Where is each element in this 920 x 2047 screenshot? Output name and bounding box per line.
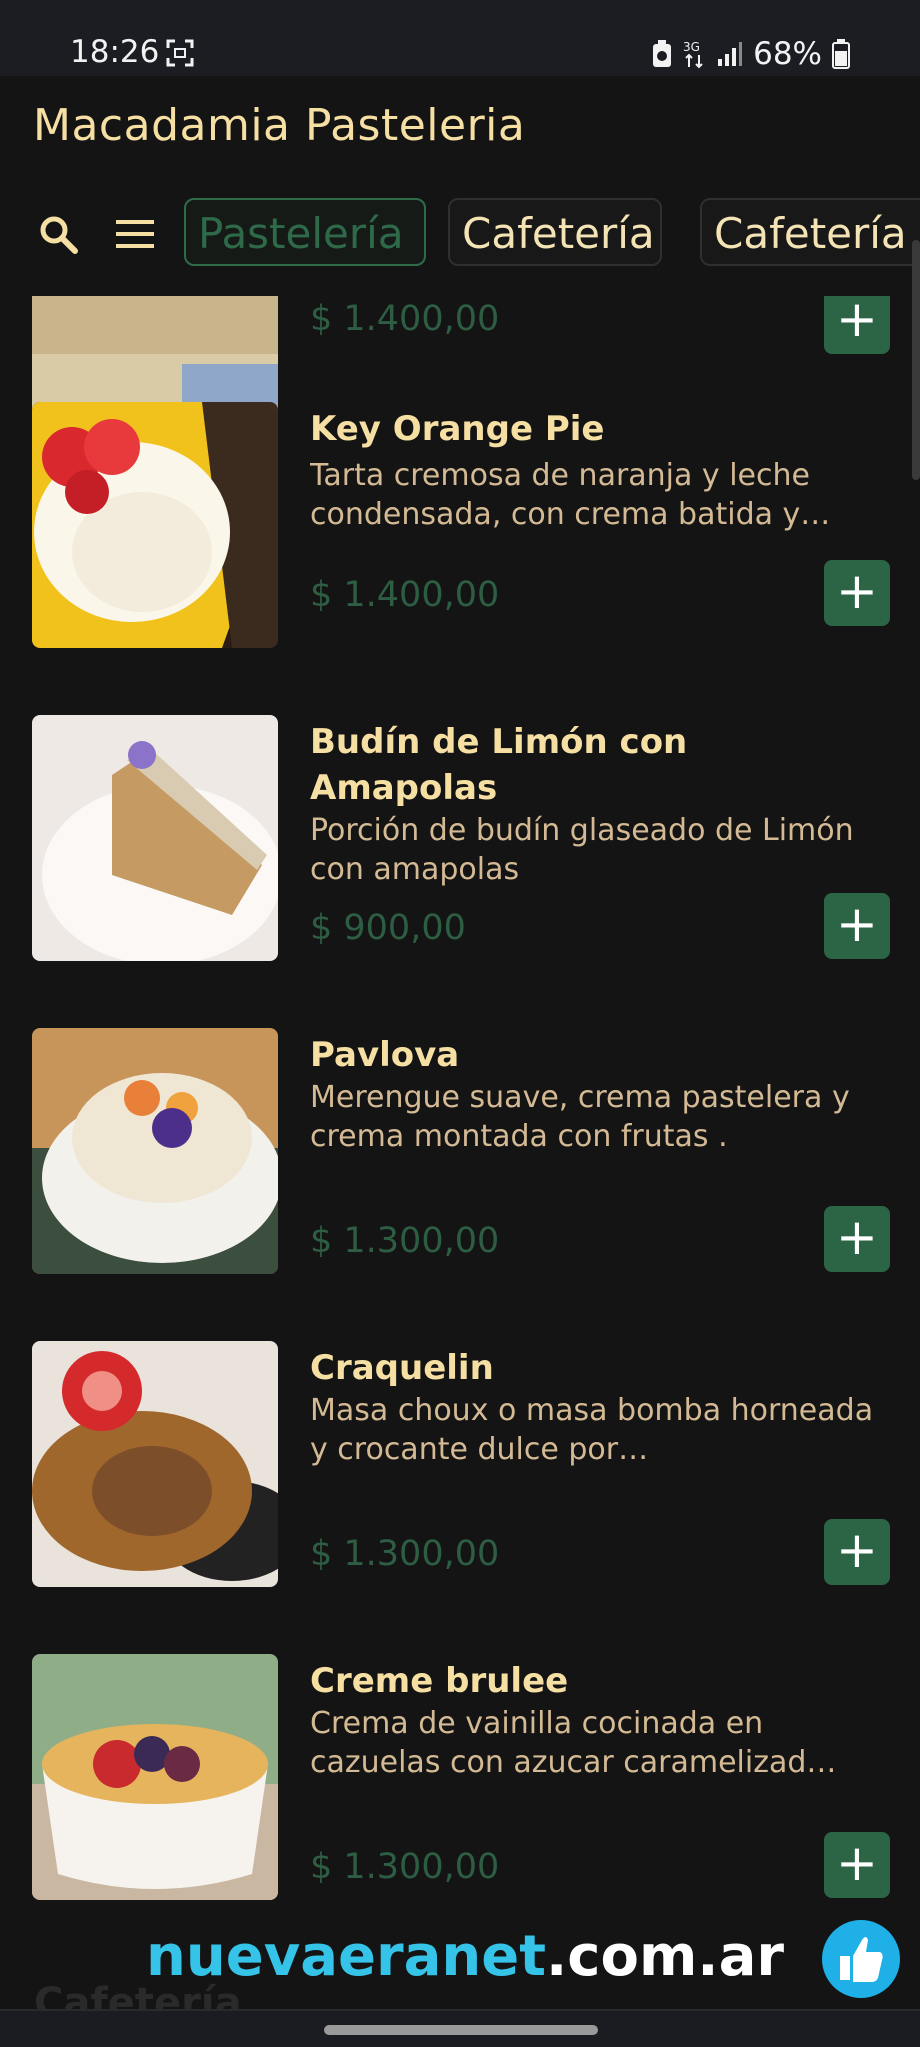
- add-to-cart-button[interactable]: +: [824, 1832, 890, 1898]
- product-card[interactable]: Craquelin Masa choux o masa bomba hornea…: [0, 1341, 920, 1589]
- status-time: 18:26: [70, 34, 160, 70]
- add-to-cart-button[interactable]: +: [824, 893, 890, 959]
- battery-saver-icon: [651, 39, 673, 69]
- watermark-part2: .com.ar: [546, 1924, 784, 1989]
- tab-cafeteria-2[interactable]: Cafetería: [700, 198, 920, 266]
- product-name: Creme brulee: [310, 1661, 569, 1701]
- product-price: $ 1.300,00: [310, 1534, 500, 1574]
- battery-icon: [832, 39, 850, 69]
- battery-percent: 68%: [753, 36, 822, 72]
- tab-cafeteria[interactable]: Cafetería: [448, 198, 662, 266]
- watermark: nuevaeranet.com.ar: [146, 1922, 784, 1992]
- product-price: $ 1.400,00: [310, 299, 500, 339]
- thumbs-up-icon: [822, 1920, 900, 1998]
- app-title: Macadamia Pasteleria: [33, 100, 526, 151]
- product-description: Tarta cremosa de naranja y leche condens…: [310, 458, 831, 532]
- product-image: [32, 402, 278, 648]
- home-indicator[interactable]: [324, 2025, 598, 2035]
- screenshot-icon: [166, 39, 194, 67]
- status-right-icons: 3G 68%: [651, 34, 850, 74]
- product-description: Porción de budín glaseado de Limón con a…: [310, 813, 854, 887]
- search-icon[interactable]: [38, 214, 78, 254]
- add-to-cart-button[interactable]: +: [824, 1519, 890, 1585]
- product-image: [32, 1028, 278, 1274]
- app-screen: 18:26 3G 68% Macadamia Pasteleria Pastel…: [0, 0, 920, 2047]
- app-header: Macadamia Pasteleria Pastelería Cafeterí…: [0, 76, 920, 296]
- product-price: $ 1.300,00: [310, 1847, 500, 1887]
- product-price: $ 1.300,00: [310, 1221, 500, 1261]
- product-card[interactable]: Key Orange Pie Tarta cremosa de naranja …: [0, 402, 920, 650]
- product-price: $ 900,00: [310, 908, 466, 948]
- product-card[interactable]: Pavlova Merengue suave, crema pastelera …: [0, 1028, 920, 1276]
- product-name: Craquelin: [310, 1348, 494, 1388]
- add-to-cart-button[interactable]: +: [824, 1206, 890, 1272]
- system-nav-bar: [0, 2009, 920, 2047]
- product-list: $ 1.400,00 + Key Orange Pie Tarta cremos…: [0, 296, 920, 2016]
- product-name: Pavlova: [310, 1035, 460, 1075]
- product-card[interactable]: Creme brulee Crema de vainilla cocinada …: [0, 1654, 920, 1902]
- product-image: [32, 1654, 278, 1900]
- product-name: Budín de Limón con Amapolas: [310, 722, 688, 808]
- product-card[interactable]: Budín de Limón con Amapolas Porción de b…: [0, 715, 920, 963]
- product-name: Key Orange Pie: [310, 409, 605, 449]
- add-to-cart-button[interactable]: +: [824, 296, 890, 354]
- signal-icon: [717, 41, 743, 67]
- svg-text:3G: 3G: [683, 40, 700, 54]
- product-price: $ 1.400,00: [310, 575, 500, 615]
- watermark-part1: nuevaeranet: [146, 1924, 547, 1989]
- category-tabs: Pastelería Cafetería Cafetería: [184, 198, 920, 270]
- product-image: [32, 715, 278, 961]
- product-description: Masa choux o masa bomba horneada y croca…: [310, 1393, 874, 1467]
- status-bar: 18:26 3G 68%: [0, 0, 920, 76]
- menu-icon[interactable]: [114, 216, 158, 252]
- product-description: Merengue suave, crema pastelera y crema …: [310, 1080, 850, 1154]
- product-image: [32, 1341, 278, 1587]
- tab-pasteleria[interactable]: Pastelería: [184, 198, 426, 266]
- network-3g-icon: 3G: [683, 39, 707, 69]
- add-to-cart-button[interactable]: +: [824, 560, 890, 626]
- product-description: Crema de vainilla cocinada en cazuelas c…: [310, 1706, 837, 1780]
